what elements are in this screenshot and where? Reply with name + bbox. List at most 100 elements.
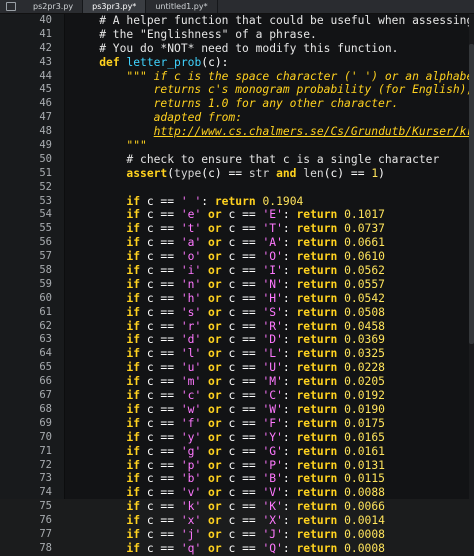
probability-value: 0.0165: [344, 430, 385, 444]
code-text: http://www.cs.chalmers.se/Cs/Grundutb/Ku…: [153, 125, 474, 139]
code-area[interactable]: 40 # A helper function that could be use…: [0, 14, 474, 556]
line-number: 53: [39, 194, 52, 207]
probability-value: 0.0190: [344, 402, 385, 416]
tab-ps2pr3[interactable]: ps2pr3.py: [24, 0, 84, 13]
code-text: if c == 'g' or c == 'G': return 0.0161: [126, 444, 385, 458]
line-number: 46: [39, 97, 52, 110]
code-text: if c == 'a' or c == 'A': return 0.0661: [126, 236, 385, 250]
line-number: 47: [39, 111, 52, 124]
code-line: 67 if c == 'c' or c == 'C': return 0.019…: [0, 389, 474, 403]
code-text: if c == 'u' or c == 'U': return 0.0228: [126, 361, 385, 375]
code-text: if c == 'n' or c == 'N': return 0.0557: [126, 277, 385, 291]
code-text: if c == 'j' or c == 'J': return 0.0008: [126, 527, 385, 541]
code-line: 58 if c == 'i' or c == 'I': return 0.056…: [0, 264, 474, 278]
probability-value: 0.0175: [344, 416, 385, 430]
probability-value: 0.1017: [344, 208, 385, 222]
code-text: """: [72, 139, 147, 153]
line-number: 48: [39, 125, 52, 138]
probability-value: 0.0737: [344, 222, 385, 236]
code-line: 51 assert(type(c) == str and len(c) == 1…: [0, 167, 474, 181]
code-line: 42 # You do *NOT* need to modify this fu…: [0, 42, 474, 56]
code-line: 43 def letter_prob(c):: [0, 56, 474, 70]
code-line: 40 # A helper function that could be use…: [0, 14, 474, 28]
line-number: 40: [39, 14, 52, 26]
probability-value: 0.0610: [344, 250, 385, 264]
code-line: 69 if c == 'f' or c == 'F': return 0.017…: [0, 417, 474, 431]
code-line: 54 if c == 'e' or c == 'E': return 0.101…: [0, 208, 474, 222]
code-line: 63 if c == 'd' or c == 'D': return 0.036…: [0, 333, 474, 347]
code-text: if c == 'r' or c == 'R': return 0.0458: [126, 319, 385, 333]
tab-ps3pr3[interactable]: ps3pr3.py*: [83, 0, 147, 13]
probability-value: 0.0008: [344, 527, 385, 541]
code-line: 47 adapted from:: [0, 111, 474, 125]
code-text: returns 1.0 for any other character.: [72, 97, 399, 111]
probability-value: 0.0131: [344, 458, 385, 472]
code-text: def letter_prob(c):: [99, 55, 229, 69]
line-number: 63: [39, 333, 52, 346]
code-line: 49 """: [0, 139, 474, 153]
code-line: 64 if c == 'l' or c == 'L': return 0.032…: [0, 347, 474, 361]
code-text: returns c's monogram probability (for En…: [72, 83, 474, 97]
code-editor[interactable]: 40 # A helper function that could be use…: [0, 14, 474, 555]
code-text: if c == ' ': return 0.1904: [126, 194, 304, 208]
vertical-scrollbar[interactable]: [469, 14, 474, 499]
code-text: if c == 'w' or c == 'W': return 0.0190: [126, 402, 385, 416]
code-line: 44 """ if c is the space character (' ')…: [0, 70, 474, 84]
line-number: 41: [39, 27, 52, 40]
code-line: 71 if c == 'g' or c == 'G': return 0.016…: [0, 445, 474, 459]
line-number: 49: [39, 139, 52, 152]
code-line: 75 if c == 'k' or c == 'K': return 0.006…: [0, 500, 474, 514]
line-number: 44: [39, 69, 52, 82]
probability-value: 0.0192: [344, 389, 385, 403]
line-number: 45: [39, 83, 52, 96]
probability-value: 0.0542: [344, 291, 385, 305]
code-text: if c == 'v' or c == 'V': return 0.0088: [126, 486, 385, 500]
code-text: if c == 't' or c == 'T': return 0.0737: [126, 222, 385, 236]
probability-value: 0.0066: [344, 500, 385, 514]
line-number: 71: [39, 444, 52, 457]
probability-value: 0.0508: [344, 305, 385, 319]
code-text: if c == 'x' or c == 'X': return 0.0014: [126, 514, 385, 528]
code-line: 70 if c == 'y' or c == 'Y': return 0.016…: [0, 431, 474, 445]
probability-value: 0.0369: [344, 333, 385, 347]
code-line: 65 if c == 'u' or c == 'U': return 0.022…: [0, 361, 474, 375]
code-text: if c == 'p' or c == 'P': return 0.0131: [126, 458, 385, 472]
code-text: # A helper function that could be useful…: [72, 14, 474, 27]
code-text: """ if c is the space character (' ') or…: [126, 69, 474, 83]
editor-menu-icon[interactable]: [6, 2, 16, 11]
probability-value: 0.0008: [344, 541, 385, 555]
line-number: 42: [39, 41, 52, 54]
code-text: # You do *NOT* need to modify this funct…: [72, 41, 399, 55]
code-text: if c == 'b' or c == 'B': return 0.0115: [126, 472, 385, 486]
tab-bar: ps2pr3.py ps3pr3.py* untitled1.py*: [0, 0, 474, 14]
line-number: 76: [39, 514, 52, 527]
scrollbar-thumb[interactable]: [469, 44, 474, 344]
line-number: 57: [39, 250, 52, 263]
probability-value: 0.0115: [344, 472, 385, 486]
code-text: assert(type(c) == str and len(c) == 1): [126, 166, 385, 180]
code-text: if c == 'e' or c == 'E': return 0.1017: [126, 208, 385, 222]
probability-value: 0.0014: [344, 514, 385, 528]
code-text: if c == 'o' or c == 'O': return 0.0610: [126, 250, 385, 264]
line-number: 62: [39, 319, 52, 332]
code-text: if c == 'h' or c == 'H': return 0.0542: [126, 291, 385, 305]
code-line: 57 if c == 'o' or c == 'O': return 0.061…: [0, 250, 474, 264]
line-number: 77: [39, 527, 52, 540]
code-line: 61 if c == 's' or c == 'S': return 0.050…: [0, 306, 474, 320]
probability-value: 0.0228: [344, 361, 385, 375]
line-number: 69: [39, 416, 52, 429]
probability-value: 0.0661: [344, 236, 385, 250]
line-number: 56: [39, 236, 52, 249]
line-number: 67: [39, 389, 52, 402]
tab-untitled1[interactable]: untitled1.py*: [146, 0, 218, 13]
code-line: 41 # the "Englishness" of a phrase.: [0, 28, 474, 42]
line-number: 54: [39, 208, 52, 221]
code-text: adapted from:: [72, 111, 243, 125]
code-line: 46 returns 1.0 for any other character.: [0, 97, 474, 111]
code-line: 52: [0, 181, 474, 195]
code-line: 60 if c == 'h' or c == 'H': return 0.054…: [0, 292, 474, 306]
code-line: 68 if c == 'w' or c == 'W': return 0.019…: [0, 403, 474, 417]
code-text: if c == 'd' or c == 'D': return 0.0369: [126, 333, 385, 347]
probability-value: 0.0557: [344, 277, 385, 291]
code-line: 73 if c == 'b' or c == 'B': return 0.011…: [0, 472, 474, 486]
